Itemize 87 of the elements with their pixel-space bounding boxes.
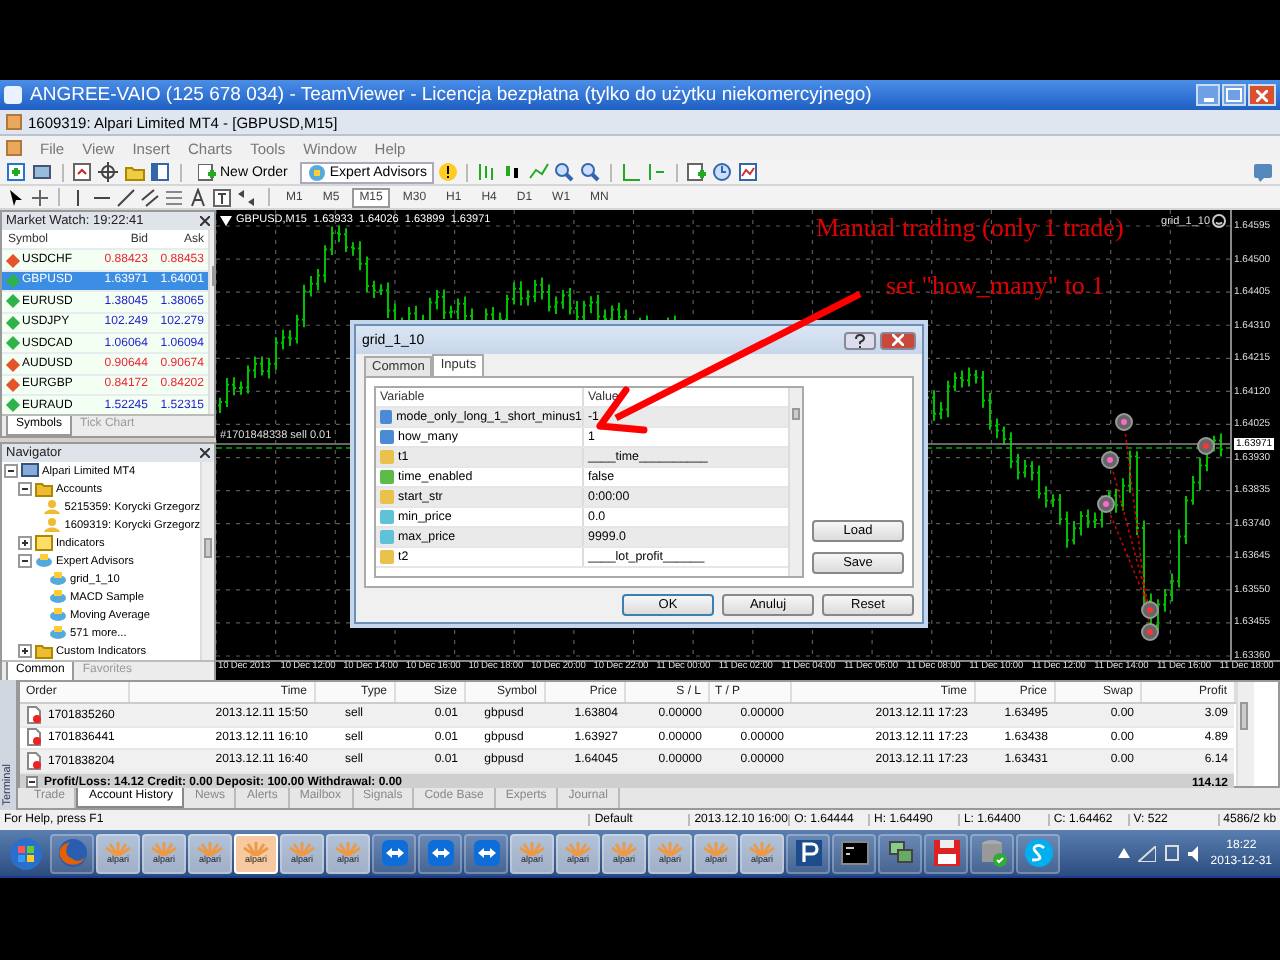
p-logo-icon [793,838,823,868]
fan-icon [334,841,362,856]
taskbar-app-button[interactable] [464,833,508,873]
taskbar-app-button[interactable] [924,833,968,873]
text-label-icon[interactable] [212,187,232,207]
signal-icon[interactable] [1138,845,1157,861]
scrollbar[interactable] [200,462,214,660]
chat-icon[interactable] [1252,162,1274,182]
annotation-text: Manual trading (only 1 trade) [816,212,1124,244]
scrollbar[interactable] [788,388,802,576]
expand-icon[interactable] [18,644,32,658]
fan-icon [748,841,776,856]
user-icon [42,516,63,534]
trade-marker[interactable] [1197,437,1215,455]
fan-icon [702,841,730,856]
close-icon[interactable] [200,448,210,458]
warning-icon[interactable] [438,162,459,182]
fan-icon [288,841,316,856]
user-icon [42,498,63,516]
trendline-icon[interactable] [116,187,136,207]
teamviewer-icon [425,838,455,868]
collapse-icon[interactable] [18,482,32,496]
new-chart-icon[interactable] [6,162,28,182]
folder-icon [34,480,54,498]
scrollbar[interactable] [1235,682,1253,786]
monitor-icon [20,462,40,480]
maximize-button[interactable] [1222,84,1246,106]
windows-logo-icon [10,837,42,869]
taskbar-app-button[interactable] [786,833,830,873]
zoom-out-icon[interactable] [580,162,603,182]
fan-icon [656,841,684,856]
fan-icon [150,841,178,856]
fan-icon [610,841,638,856]
close-icon [892,334,904,346]
question-mark-icon [854,333,866,347]
crosshair-icon[interactable] [98,162,120,182]
trade-marker[interactable] [1097,495,1115,513]
minimize-button[interactable] [1196,84,1220,106]
text-icon[interactable] [188,187,208,207]
taskbar-app-button[interactable] [878,833,922,873]
taskbar-app-button[interactable] [418,833,462,873]
teamviewer-icon [379,838,409,868]
annotation-text: set "how_many" to 1 [886,270,1105,302]
close-button[interactable] [880,331,916,349]
window-icon[interactable] [150,162,172,182]
skype-icon [1023,838,1053,868]
database-icon [977,838,1007,868]
order-icon [26,751,42,770]
fan-icon [518,841,546,856]
taskbar-app-button[interactable] [372,833,416,873]
order-icon [26,705,42,724]
help-button[interactable] [844,331,876,349]
collapse-icon[interactable] [18,554,32,568]
close-icon [1256,89,1268,101]
order-icon [26,728,42,747]
fan-icon [196,841,224,856]
taskbar-app-button[interactable] [832,833,876,873]
document-icon [6,140,22,156]
fan-icon [564,841,592,856]
taskbar-app-button[interactable] [1016,833,1060,873]
template-icon[interactable] [738,162,761,182]
start-button[interactable] [4,833,48,873]
zoom-in-icon[interactable] [554,162,577,182]
speaker-icon[interactable] [1188,845,1203,861]
trade-marker[interactable] [1141,601,1159,619]
close-icon[interactable] [200,216,210,226]
fan-icon [242,841,270,856]
smiley-icon [1212,214,1226,228]
console-icon [839,838,869,868]
crosshair-icon[interactable] [30,187,50,207]
computers-icon [885,838,915,868]
collapse-icon[interactable] [26,776,38,789]
expand-icon[interactable] [18,536,32,550]
fan-icon [104,841,132,856]
collapse-icon[interactable] [4,464,18,478]
teamviewer-icon [4,86,22,104]
window-title: ANGREE-VAIO (125 678 034) - TeamViewer - Licencja bezpłatna (tylko do użytku niekomercyjnego) [30,84,872,106]
trade-marker[interactable] [1115,413,1133,431]
trade-marker[interactable] [1141,623,1159,641]
trade-marker[interactable] [1101,451,1119,469]
teamviewer-icon [471,838,501,868]
show-hidden-icons[interactable] [1118,848,1131,858]
arrows-icon[interactable] [236,187,260,207]
app-icon [6,114,22,130]
clock-icon[interactable] [712,162,735,182]
dropdown-icon[interactable] [220,215,232,225]
browser-icon [57,838,87,868]
